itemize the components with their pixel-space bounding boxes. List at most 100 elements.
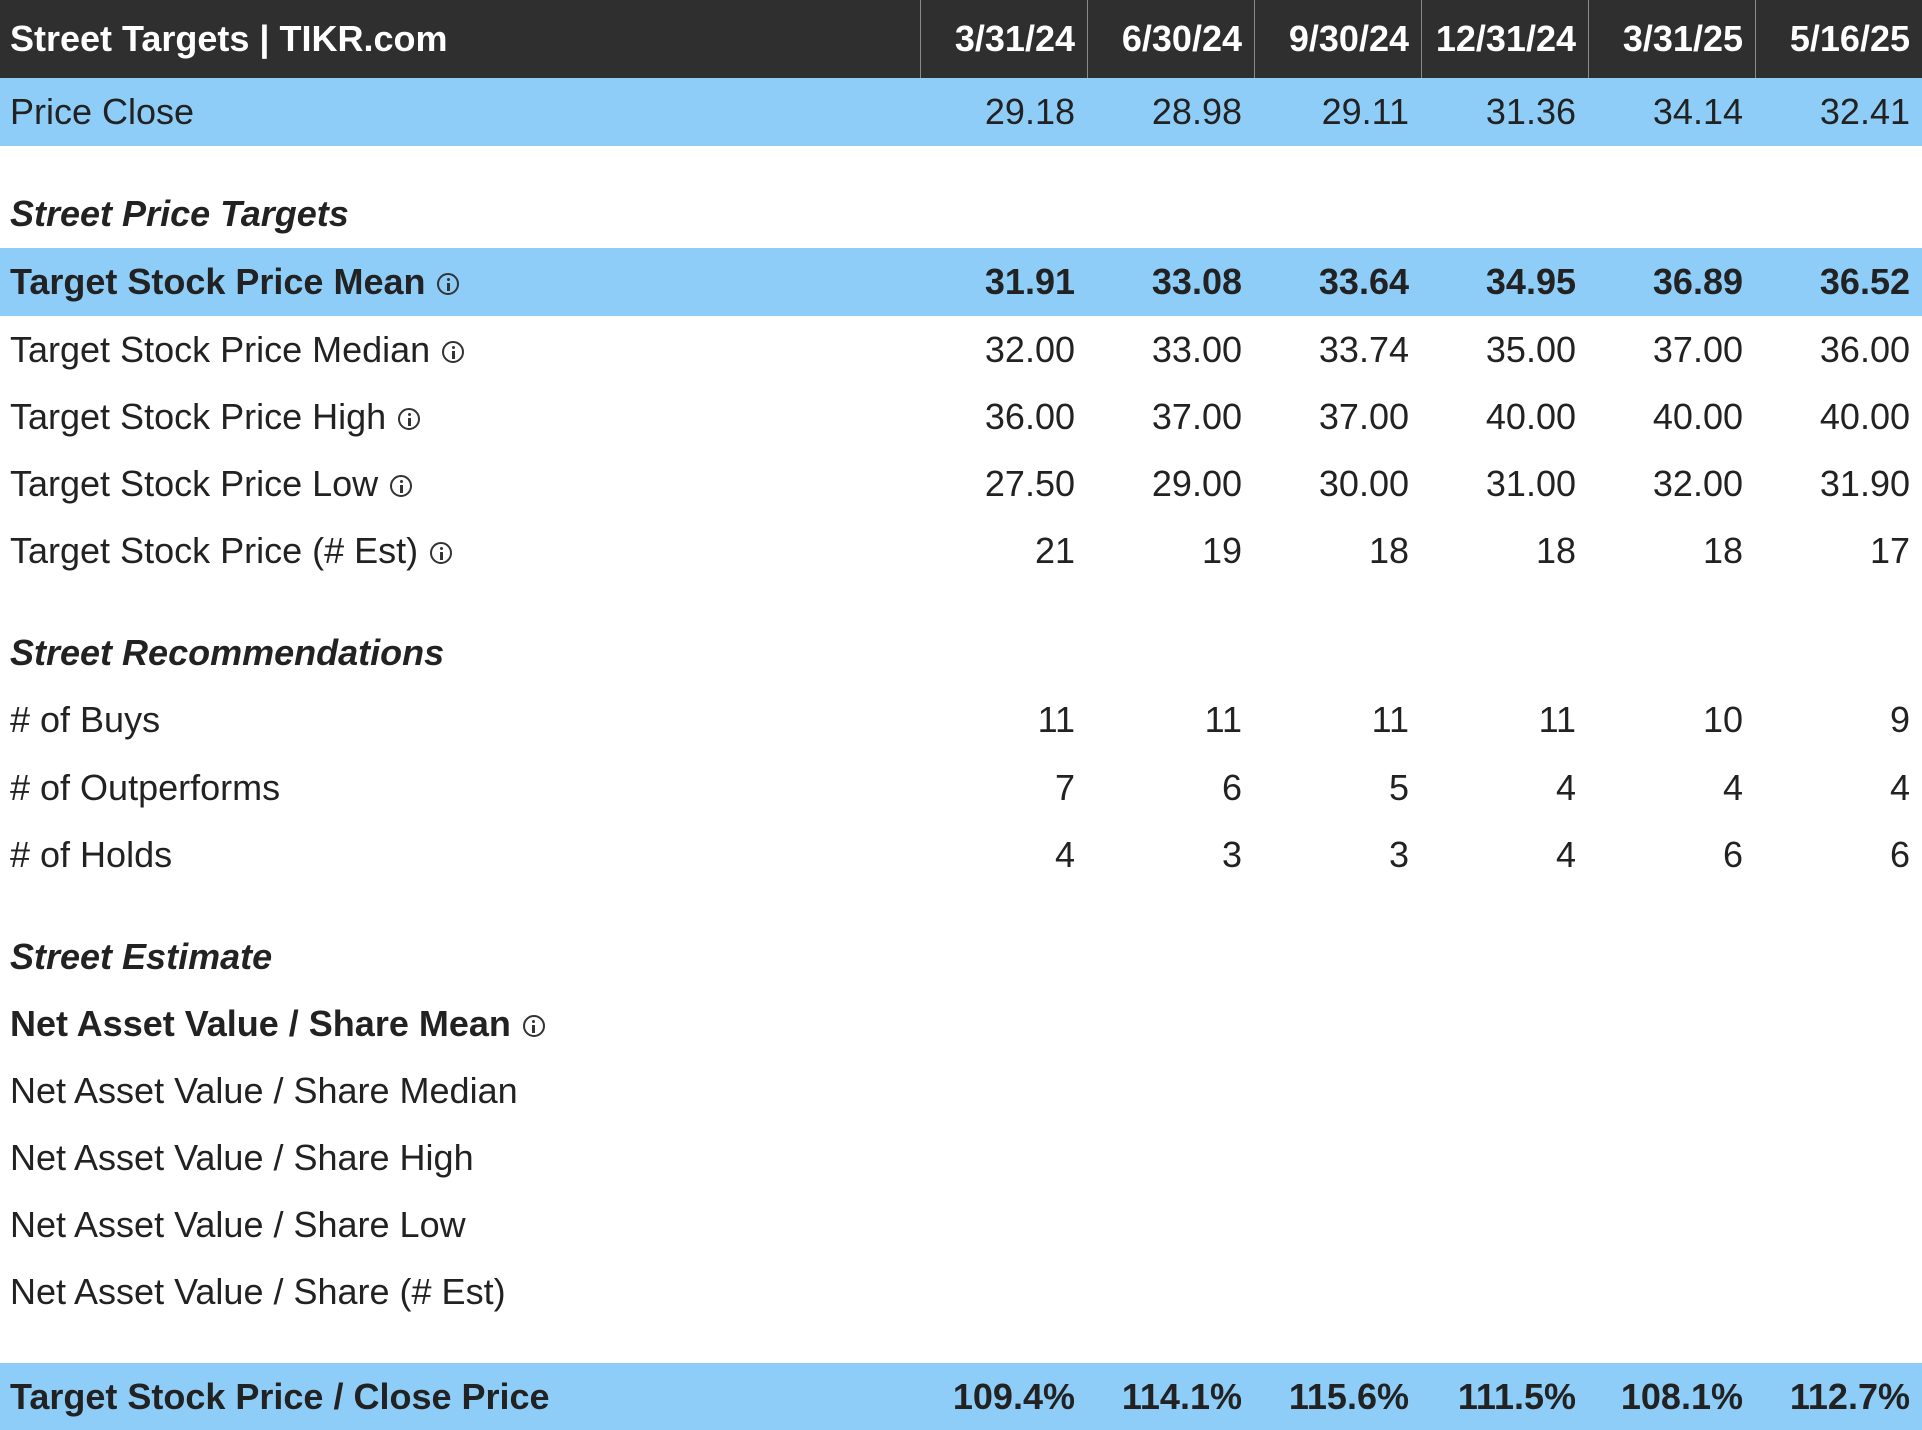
cell-value: 31.91 [984,261,1075,302]
cell-value: 33.00 [1151,328,1242,370]
cell-value: 36.52 [1819,261,1910,302]
info-icon[interactable] [390,474,413,497]
row-label: Net Asset Value / Share Mean [10,1002,511,1044]
cell-value: 37.00 [1151,395,1242,437]
cell-value: 40.00 [1652,395,1743,437]
cell-value: 21 [1034,529,1075,571]
cell-value: 4 [1555,833,1576,875]
row-target-high: Target Stock Price High 36.00 37.00 37.0… [0,383,1922,450]
cell-value: 112.7% [1789,1375,1910,1417]
info-icon[interactable] [442,340,465,363]
row-buys: # of Buys 11 11 11 11 10 9 [0,686,1922,753]
cell-value: 4 [1889,766,1910,808]
section-title: Street Estimate [10,935,273,977]
row-label: # of Buys [10,698,161,740]
row-outperforms: # of Outperforms 7 6 5 4 4 4 [0,754,1922,821]
row-label-wrap: Target Stock Price Median [0,329,920,371]
cell-value: 34.14 [1652,91,1743,132]
cell-value: 108.1% [1620,1375,1743,1417]
row-target-est: Target Stock Price (# Est) 21 19 18 18 1… [0,517,1922,584]
row-label-wrap: Target Stock Price Low [0,463,920,505]
cell-value: 18 [1702,529,1743,571]
section-recommendations: Street Recommendations [0,619,1922,686]
cell-value: 6 [1722,833,1743,875]
cell-value: 36.89 [1652,261,1743,302]
cell-value: 3 [1388,833,1409,875]
cell-value: 4 [1555,766,1576,808]
row-label: Target Stock Price Median [10,328,431,370]
row-nav-mean: Net Asset Value / Share Mean [0,990,1922,1057]
row-label: Target Stock Price Mean [10,261,426,302]
cell-value: 19 [1201,529,1242,571]
info-icon[interactable] [522,1014,545,1037]
row-target-close: Target Stock Price / Close Price 109.4% … [0,1363,1922,1430]
cell-value: 11 [1371,698,1409,740]
row-label-wrap: Target Stock Price (# Est) [0,530,920,572]
section-price-targets: Street Price Targets [0,180,1922,248]
row-label: # of Outperforms [10,766,281,808]
row-label: Target Stock Price Low [10,462,379,504]
cell-value: 32.00 [1652,462,1743,504]
cell-value: 35.00 [1485,328,1576,370]
row-nav-est: Net Asset Value / Share (# Est) [0,1258,1922,1325]
cell-value: 29.11 [1321,91,1409,132]
row-price-close: Price Close 29.18 28.98 29.11 31.36 34.1… [0,78,1922,146]
cell-value: 31.00 [1485,462,1576,504]
cell-value: 18 [1368,529,1409,571]
cell-value: 11 [1037,698,1075,740]
cell-value: 31.36 [1485,91,1576,132]
cell-value: 4 [1722,766,1743,808]
cell-value: 37.00 [1652,328,1743,370]
cell-value: 33.74 [1318,328,1409,370]
date-col-5: 3/31/25 [1588,0,1755,78]
cell-value: 36.00 [1819,328,1910,370]
row-label-wrap: Target Stock Price High [0,396,920,438]
info-icon[interactable] [430,541,453,564]
cell-value: 30.00 [1318,462,1409,504]
section-estimate: Street Estimate [0,923,1922,990]
date-col-4: 12/31/24 [1421,0,1588,78]
cell-value: 115.6% [1288,1375,1409,1417]
table-title: Street Targets | TIKR.com [10,18,448,59]
info-icon[interactable] [398,407,421,430]
section-title: Street Recommendations [10,631,445,673]
row-label: # of Holds [10,833,173,875]
cell-value: 11 [1204,698,1242,740]
cell-value: 17 [1869,529,1910,571]
cell-value: 5 [1388,766,1409,808]
row-nav-low: Net Asset Value / Share Low [0,1191,1922,1258]
date-col-3: 9/30/24 [1254,0,1421,78]
row-nav-high: Net Asset Value / Share High [0,1124,1922,1191]
cell-value: 6 [1889,833,1910,875]
cell-value: 3 [1221,833,1242,875]
row-target-low: Target Stock Price Low 27.50 29.00 30.00… [0,450,1922,517]
row-label: Net Asset Value / Share Low [10,1203,466,1245]
row-holds: # of Holds 4 3 3 4 6 6 [0,821,1922,888]
row-label: Target Stock Price High [10,395,387,437]
row-target-median: Target Stock Price Median 32.00 33.00 33… [0,316,1922,383]
table-header: Street Targets | TIKR.com 3/31/24 6/30/2… [0,0,1922,78]
cell-value: 10 [1702,698,1743,740]
cell-value: 37.00 [1318,395,1409,437]
row-label: Target Stock Price (# Est) [10,529,419,571]
cell-value: 33.64 [1318,261,1409,302]
section-title: Street Price Targets [10,193,349,234]
row-label-wrap: Target Stock Price Mean [0,261,920,303]
cell-value: 114.1% [1121,1375,1242,1417]
cell-value: 18 [1535,529,1576,571]
cell-value: 28.98 [1151,91,1242,132]
row-label: Target Stock Price / Close Price [10,1375,550,1417]
cell-value: 34.95 [1485,261,1576,302]
cell-value: 31.90 [1819,462,1910,504]
row-label: Net Asset Value / Share (# Est) [10,1270,506,1312]
cell-value: 29.18 [984,91,1075,132]
cell-value: 111.5% [1457,1375,1576,1417]
info-icon[interactable] [437,273,460,295]
cell-value: 33.08 [1151,261,1242,302]
cell-value: 4 [1054,833,1075,875]
row-nav-median: Net Asset Value / Share Median [0,1057,1922,1124]
cell-value: 9 [1889,698,1910,740]
cell-value: 7 [1054,766,1075,808]
cell-value: 40.00 [1819,395,1910,437]
row-label-wrap: Net Asset Value / Share Mean [0,1003,920,1045]
